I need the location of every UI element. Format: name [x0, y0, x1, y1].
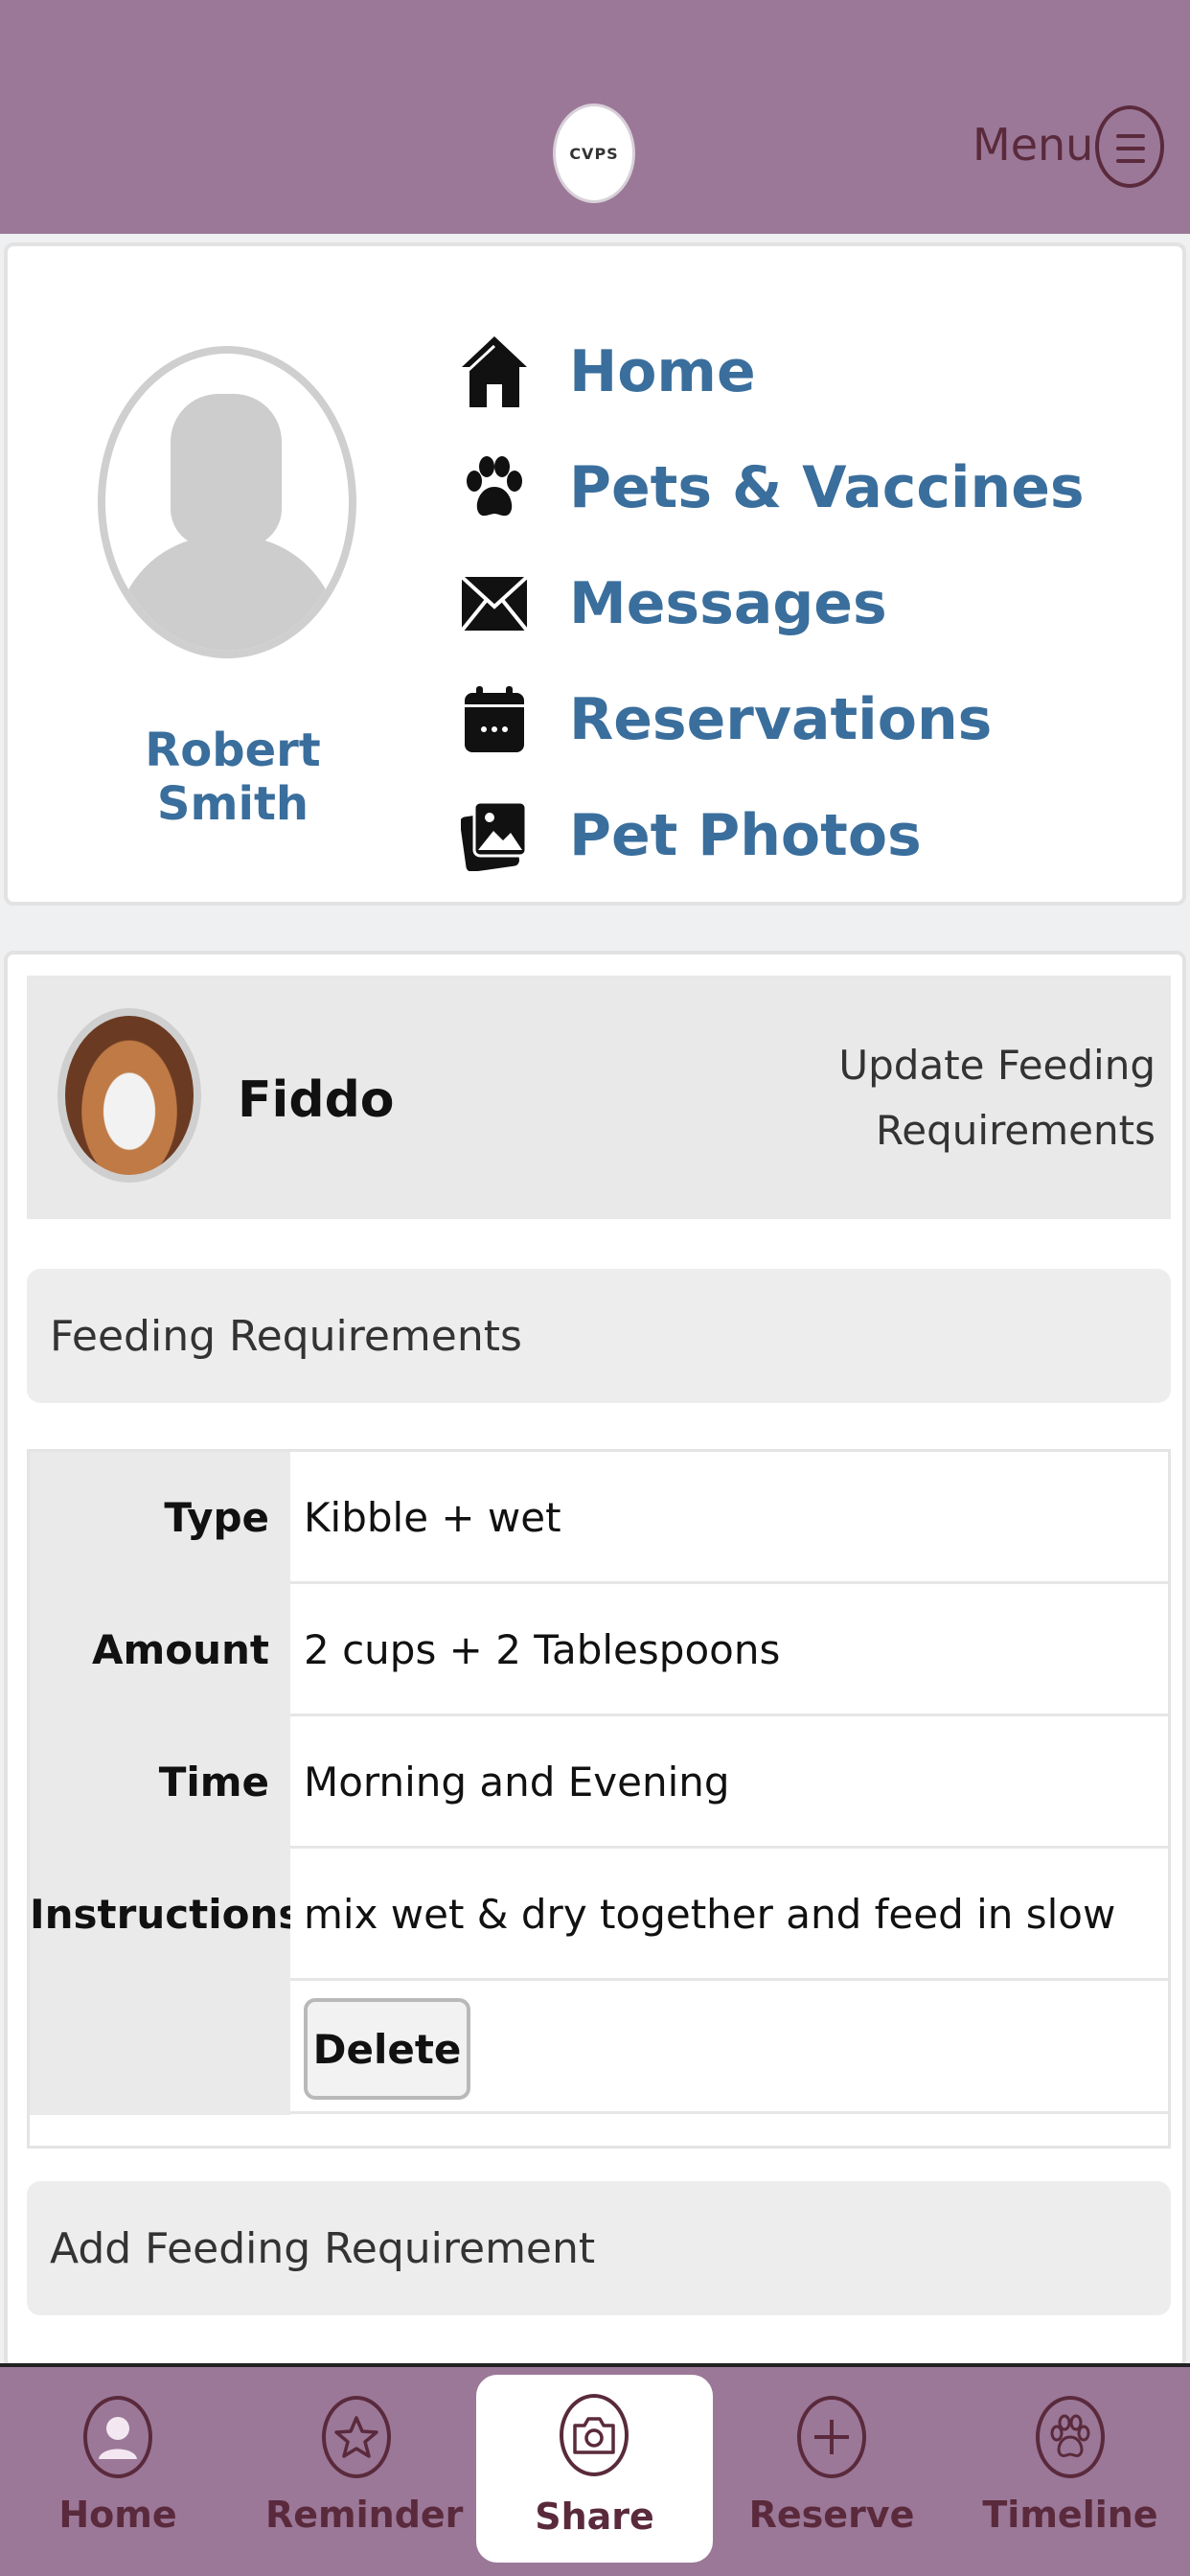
user-name[interactable]: Robert Smith — [94, 724, 372, 831]
req-label-type: Type — [164, 1494, 269, 1541]
req-value-amount: 2 cups + 2 Tablespoons — [290, 1584, 1168, 1716]
pet-avatar[interactable] — [57, 1008, 201, 1183]
tab-home[interactable]: Home — [27, 2367, 209, 2576]
nav-label-home: Home — [569, 337, 756, 405]
nav-item-pet-photos[interactable]: Pet Photos — [458, 777, 1085, 893]
tab-label-reminder: Reminder — [265, 2494, 464, 2536]
update-feeding-link[interactable]: Update Feeding Requirements — [753, 1033, 1156, 1163]
table-row: Amount 2 cups + 2 Tablespoons — [30, 1584, 1168, 1716]
profile-card: Robert Smith Home Pets & Vaccines Messag… — [4, 242, 1186, 906]
nav-label-pet-photos: Pet Photos — [569, 801, 922, 869]
star-icon — [322, 2396, 391, 2478]
req-value-type: Kibble + wet — [290, 1452, 1168, 1584]
req-label-amount: Amount — [91, 1626, 269, 1673]
nav-item-pets-vaccines[interactable]: Pets & Vaccines — [458, 429, 1085, 545]
tab-label-home: Home — [58, 2494, 177, 2536]
tab-label-timeline: Timeline — [982, 2494, 1158, 2536]
envelope-icon — [458, 567, 531, 640]
nav-item-reservations[interactable]: Reservations — [458, 661, 1085, 777]
add-feeding-requirement[interactable]: Add Feeding Requirement — [27, 2181, 1171, 2315]
nav-label-reservations: Reservations — [569, 685, 993, 753]
table-row: Time Morning and Evening — [30, 1716, 1168, 1849]
profile-nav: Home Pets & Vaccines Messages Reservatio… — [458, 313, 1085, 893]
tab-label-reserve: Reserve — [748, 2494, 915, 2536]
tab-reserve[interactable]: Reserve — [741, 2367, 923, 2576]
paw-icon — [458, 451, 531, 524]
nav-label-messages: Messages — [569, 569, 887, 637]
photos-icon — [458, 799, 531, 872]
home-icon — [458, 335, 531, 408]
pet-name: Fiddo — [238, 1071, 395, 1129]
user-avatar[interactable] — [98, 346, 356, 658]
plus-icon — [797, 2396, 866, 2478]
req-value-time: Morning and Evening — [290, 1716, 1168, 1849]
feeding-requirements-header[interactable]: Feeding Requirements — [27, 1269, 1171, 1403]
app-header: CVPS Menu — [0, 0, 1190, 234]
tab-label-share: Share — [535, 2496, 654, 2538]
tab-timeline[interactable]: Timeline — [979, 2367, 1161, 2576]
delete-button[interactable]: Delete — [304, 1998, 470, 2100]
camera-icon — [560, 2394, 629, 2476]
app-logo[interactable]: CVPS — [553, 104, 635, 203]
menu-label[interactable]: Menu — [973, 119, 1093, 171]
tab-share[interactable]: Share — [476, 2375, 713, 2563]
menu-icon[interactable] — [1095, 105, 1164, 188]
req-value-instructions: mix wet & dry together and feed in slow … — [290, 1849, 1168, 2070]
table-row: Instructions mix wet & dry together and … — [30, 1849, 1168, 2070]
nav-item-messages[interactable]: Messages — [458, 545, 1085, 661]
nav-label-pets-vaccines: Pets & Vaccines — [569, 453, 1085, 521]
req-label-instructions: Instructions — [30, 1891, 303, 1938]
req-label-time: Time — [158, 1759, 269, 1806]
tab-reminder[interactable]: Reminder — [265, 2367, 464, 2576]
paw-icon — [1036, 2396, 1105, 2478]
calendar-icon — [458, 683, 531, 756]
feeding-requirements-table: Type Kibble + wet Amount 2 cups + 2 Tabl… — [27, 1449, 1171, 2149]
person-icon — [83, 2396, 152, 2478]
table-row: Type Kibble + wet — [30, 1452, 1168, 1584]
nav-item-home[interactable]: Home — [458, 313, 1085, 429]
logo-text: CVPS — [569, 144, 619, 163]
pet-header: Fiddo Update Feeding Requirements — [27, 976, 1171, 1219]
pet-feeding-card: Fiddo Update Feeding Requirements Feedin… — [4, 951, 1186, 2369]
